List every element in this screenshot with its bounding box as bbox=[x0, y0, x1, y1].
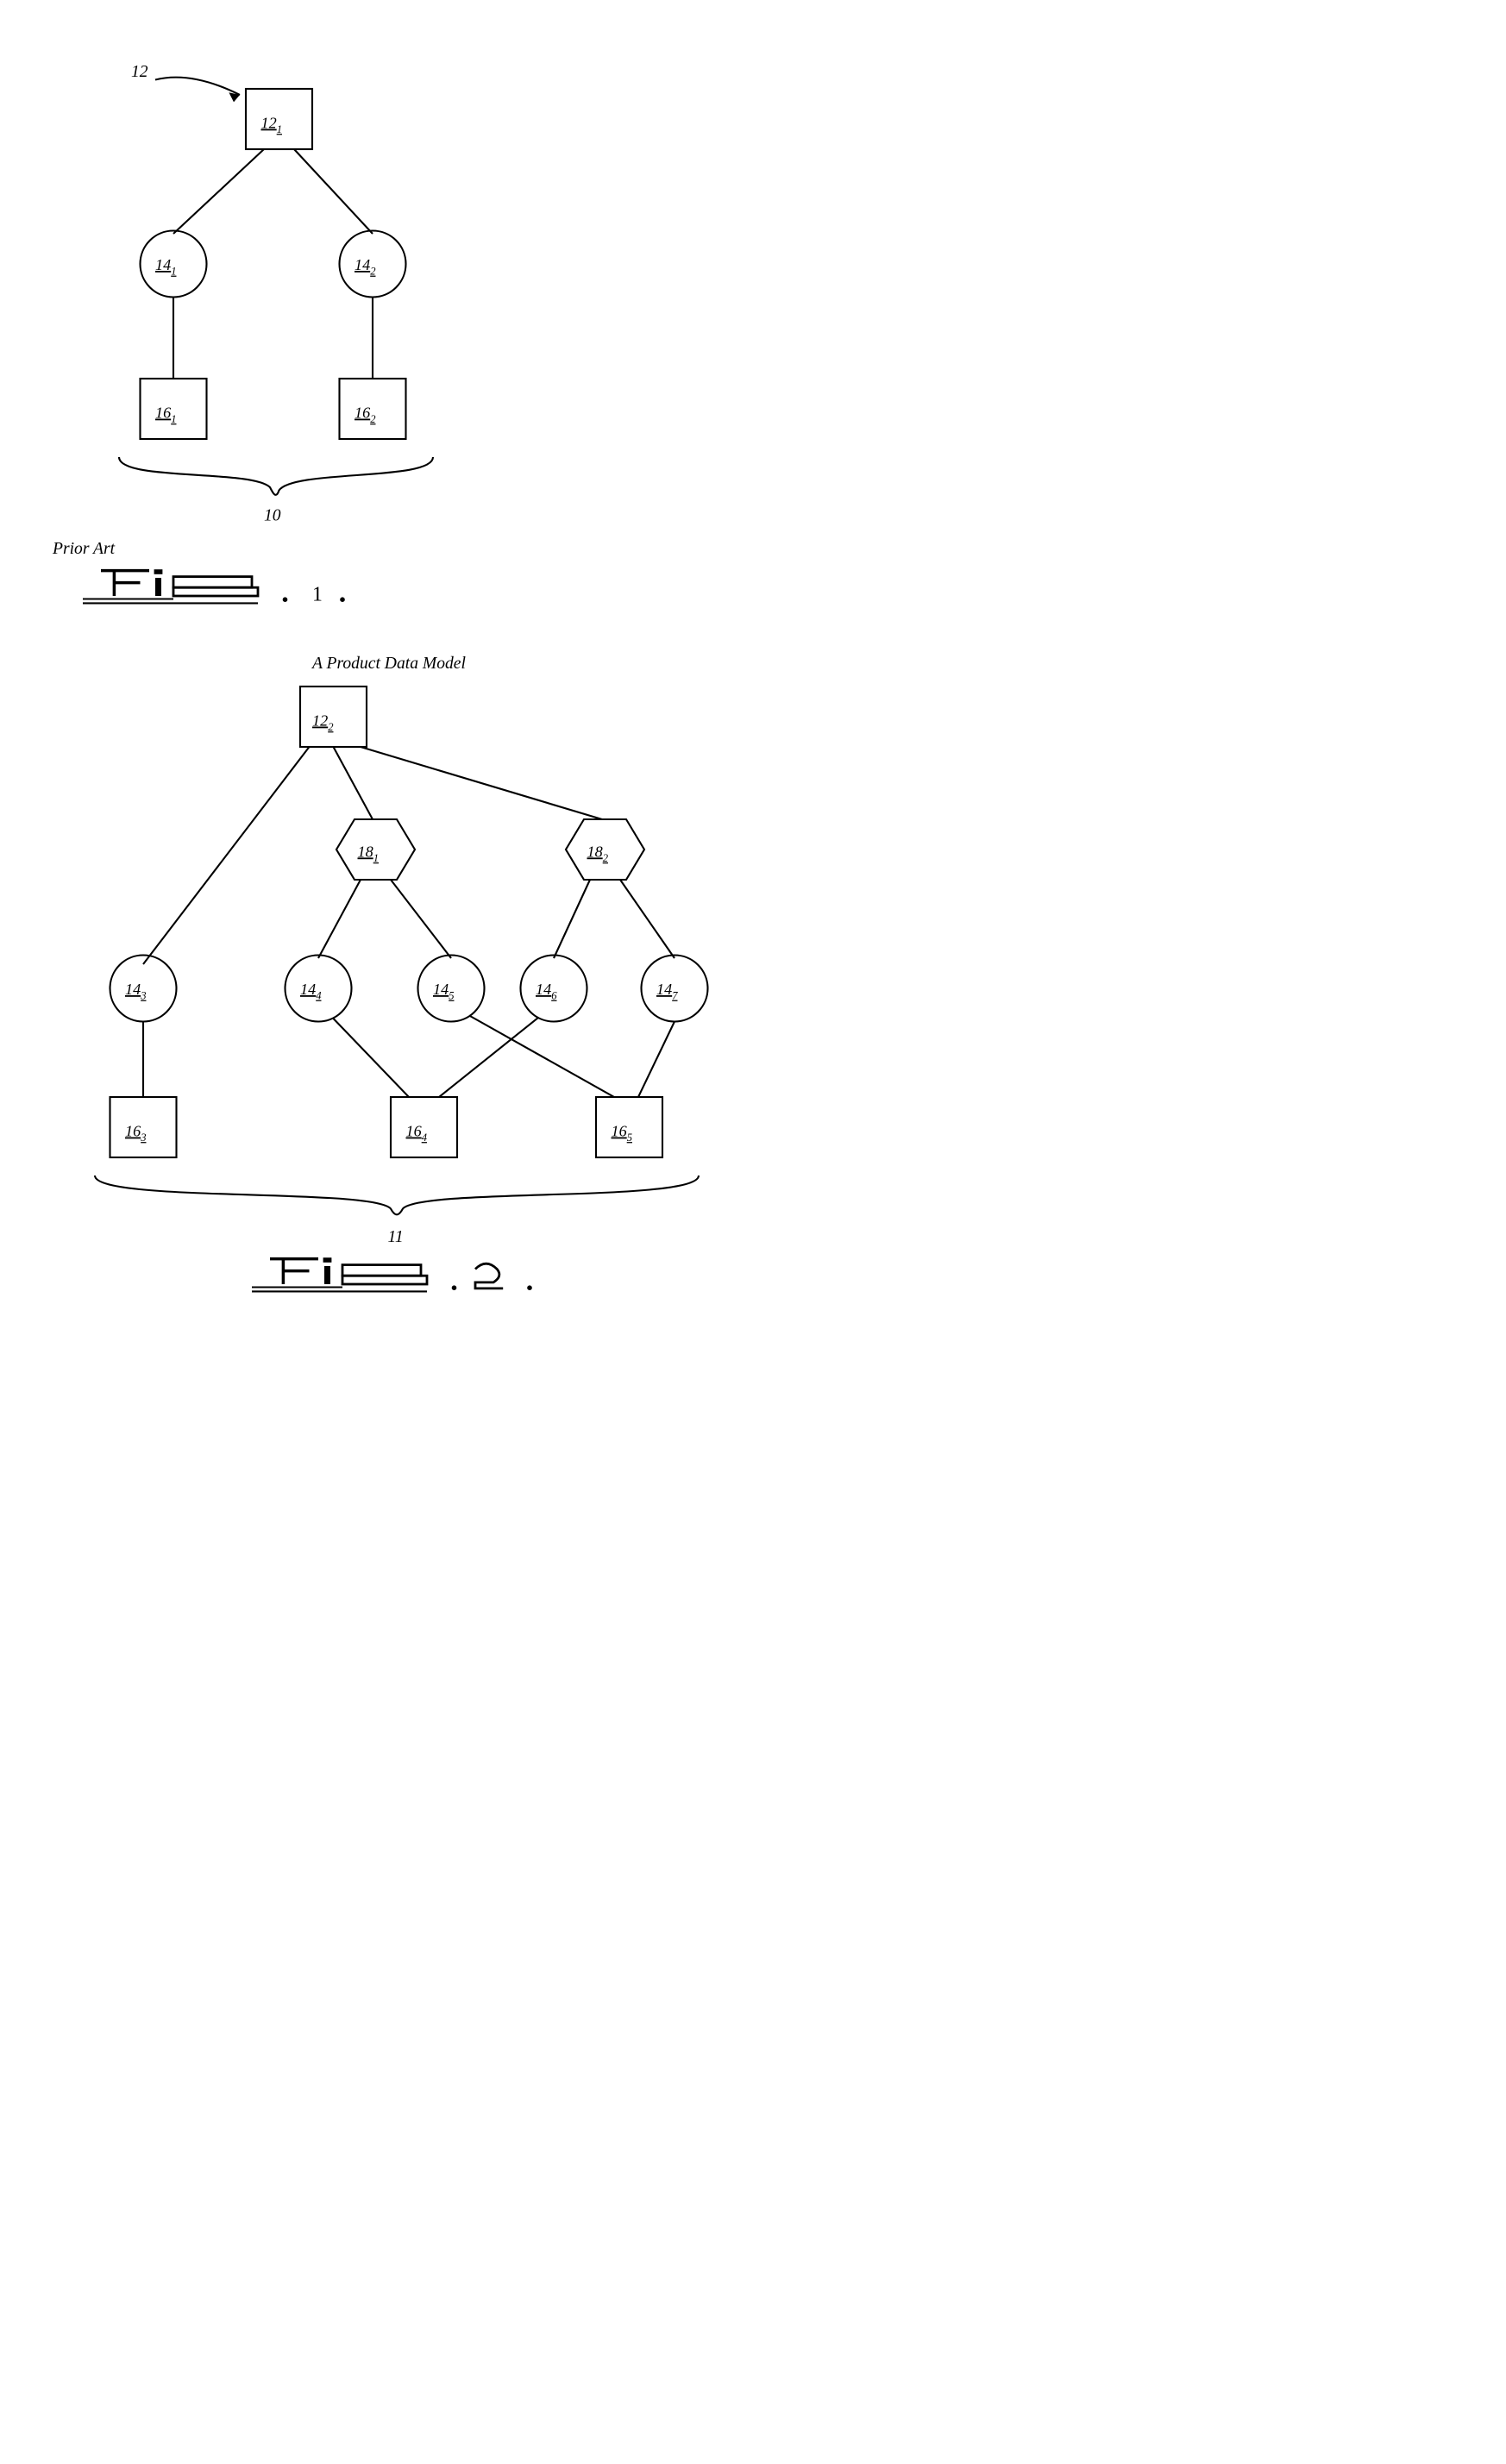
edge bbox=[554, 880, 590, 958]
edge bbox=[334, 1019, 410, 1097]
edge bbox=[439, 1018, 539, 1097]
svg-text:146: 146 bbox=[536, 981, 557, 1002]
svg-text:182: 182 bbox=[587, 843, 609, 864]
edge bbox=[334, 747, 373, 819]
svg-text:181: 181 bbox=[358, 843, 379, 864]
node-square-16-2: 162 bbox=[340, 379, 406, 439]
node-root-12-2: 122 bbox=[300, 687, 367, 747]
svg-text:165: 165 bbox=[612, 1123, 632, 1144]
node-circle-14-1: 141 bbox=[141, 231, 207, 298]
node-circle-14-6: 146 bbox=[521, 956, 587, 1022]
node-hex-18-1: 181 bbox=[336, 819, 415, 880]
node-circle-14-5: 145 bbox=[418, 956, 485, 1022]
svg-text:162: 162 bbox=[355, 404, 376, 426]
edge bbox=[620, 880, 675, 958]
svg-text:144: 144 bbox=[300, 981, 322, 1002]
node-root-12-1: 121 bbox=[246, 89, 312, 149]
svg-text:143: 143 bbox=[125, 981, 146, 1002]
svg-text:121: 121 bbox=[261, 115, 282, 136]
node-square-16-1: 161 bbox=[141, 379, 207, 439]
edge bbox=[318, 880, 361, 958]
node-hex-18-2: 182 bbox=[566, 819, 644, 880]
svg-text:163: 163 bbox=[125, 1123, 146, 1144]
edge bbox=[173, 149, 264, 234]
edge bbox=[391, 880, 451, 958]
figure-2-title: A Product Data Model bbox=[311, 655, 467, 673]
svg-text:122: 122 bbox=[312, 712, 334, 734]
curly-brace bbox=[119, 457, 433, 495]
curly-brace bbox=[95, 1176, 699, 1214]
edge bbox=[294, 149, 373, 234]
fig-label-graphic-2 bbox=[252, 1257, 532, 1291]
prior-art-label: Prior Art bbox=[52, 540, 116, 558]
node-circle-14-7: 147 bbox=[642, 956, 708, 1022]
edge bbox=[143, 747, 310, 964]
node-square-16-5: 165 bbox=[596, 1097, 662, 1157]
pointer-arrow-curve bbox=[155, 78, 240, 95]
fig-label-graphic: 1 bbox=[83, 569, 345, 605]
figure-1-svg: 12 121 141 142 161 162 10 Prior Art bbox=[35, 34, 638, 638]
node-square-16-4: 164 bbox=[391, 1097, 457, 1157]
node-circle-14-3: 143 bbox=[110, 956, 177, 1022]
node-square-16-3: 163 bbox=[110, 1097, 177, 1157]
svg-text:141: 141 bbox=[155, 256, 176, 278]
pointer-label: 12 bbox=[131, 63, 148, 81]
node-circle-14-2: 142 bbox=[340, 231, 406, 298]
svg-text:145: 145 bbox=[433, 981, 454, 1002]
node-circle-14-4: 144 bbox=[286, 956, 352, 1022]
figure-2-svg: A Product Data Model 122 181 182 143 144… bbox=[35, 638, 759, 1302]
edge bbox=[361, 747, 602, 819]
svg-text:1: 1 bbox=[312, 584, 323, 606]
brace-label: 10 bbox=[264, 507, 281, 525]
svg-text:142: 142 bbox=[355, 256, 376, 278]
svg-text:164: 164 bbox=[406, 1123, 428, 1144]
edge bbox=[638, 1022, 675, 1098]
svg-text:161: 161 bbox=[155, 404, 176, 426]
brace-label-11: 11 bbox=[388, 1228, 404, 1246]
svg-text:147: 147 bbox=[656, 981, 678, 1002]
